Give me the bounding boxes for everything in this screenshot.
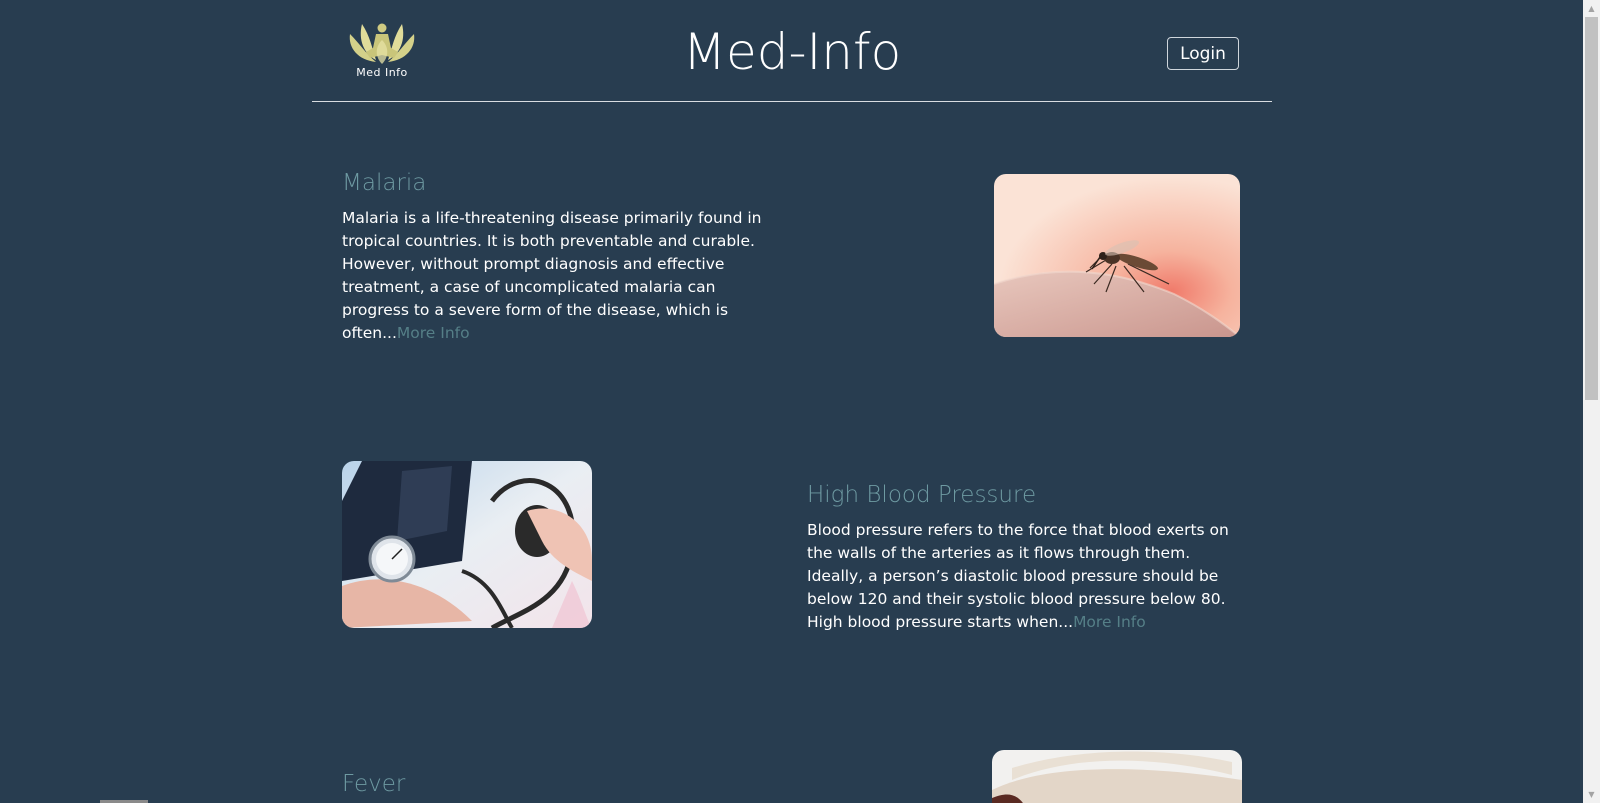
article-title-high-blood-pressure[interactable]: High Blood Pressure xyxy=(807,482,1036,508)
fever-image xyxy=(992,750,1242,803)
more-info-link-high-blood-pressure[interactable]: More Info xyxy=(1073,613,1146,631)
scroll-up-arrow-icon[interactable]: ▲ xyxy=(1583,0,1600,17)
more-info-link-malaria[interactable]: More Info xyxy=(397,324,470,342)
page: Med Info Med-Info Login Malaria Malaria … xyxy=(0,0,1583,803)
scrollbar-thumb[interactable] xyxy=(1585,17,1598,400)
login-button[interactable]: Login xyxy=(1167,37,1239,70)
site-title: Med-Info xyxy=(682,23,902,81)
article-title-fever[interactable]: Fever xyxy=(342,771,405,797)
malaria-mosquito-image xyxy=(994,174,1240,337)
scroll-down-arrow-icon[interactable]: ▼ xyxy=(1583,786,1600,803)
article-title-malaria[interactable]: Malaria xyxy=(342,170,426,196)
article-body-high-blood-pressure: Blood pressure refers to the force that … xyxy=(807,521,1229,631)
article-body-malaria: Malaria is a life-threatening disease pr… xyxy=(342,209,762,342)
article-text-high-blood-pressure: Blood pressure refers to the force that … xyxy=(807,519,1243,634)
site-header: Med Info Med-Info Login xyxy=(312,0,1272,102)
vertical-scrollbar[interactable]: ▲ ▼ xyxy=(1583,0,1600,803)
blood-pressure-image xyxy=(342,461,592,628)
article-text-malaria: Malaria is a life-threatening disease pr… xyxy=(342,207,762,345)
